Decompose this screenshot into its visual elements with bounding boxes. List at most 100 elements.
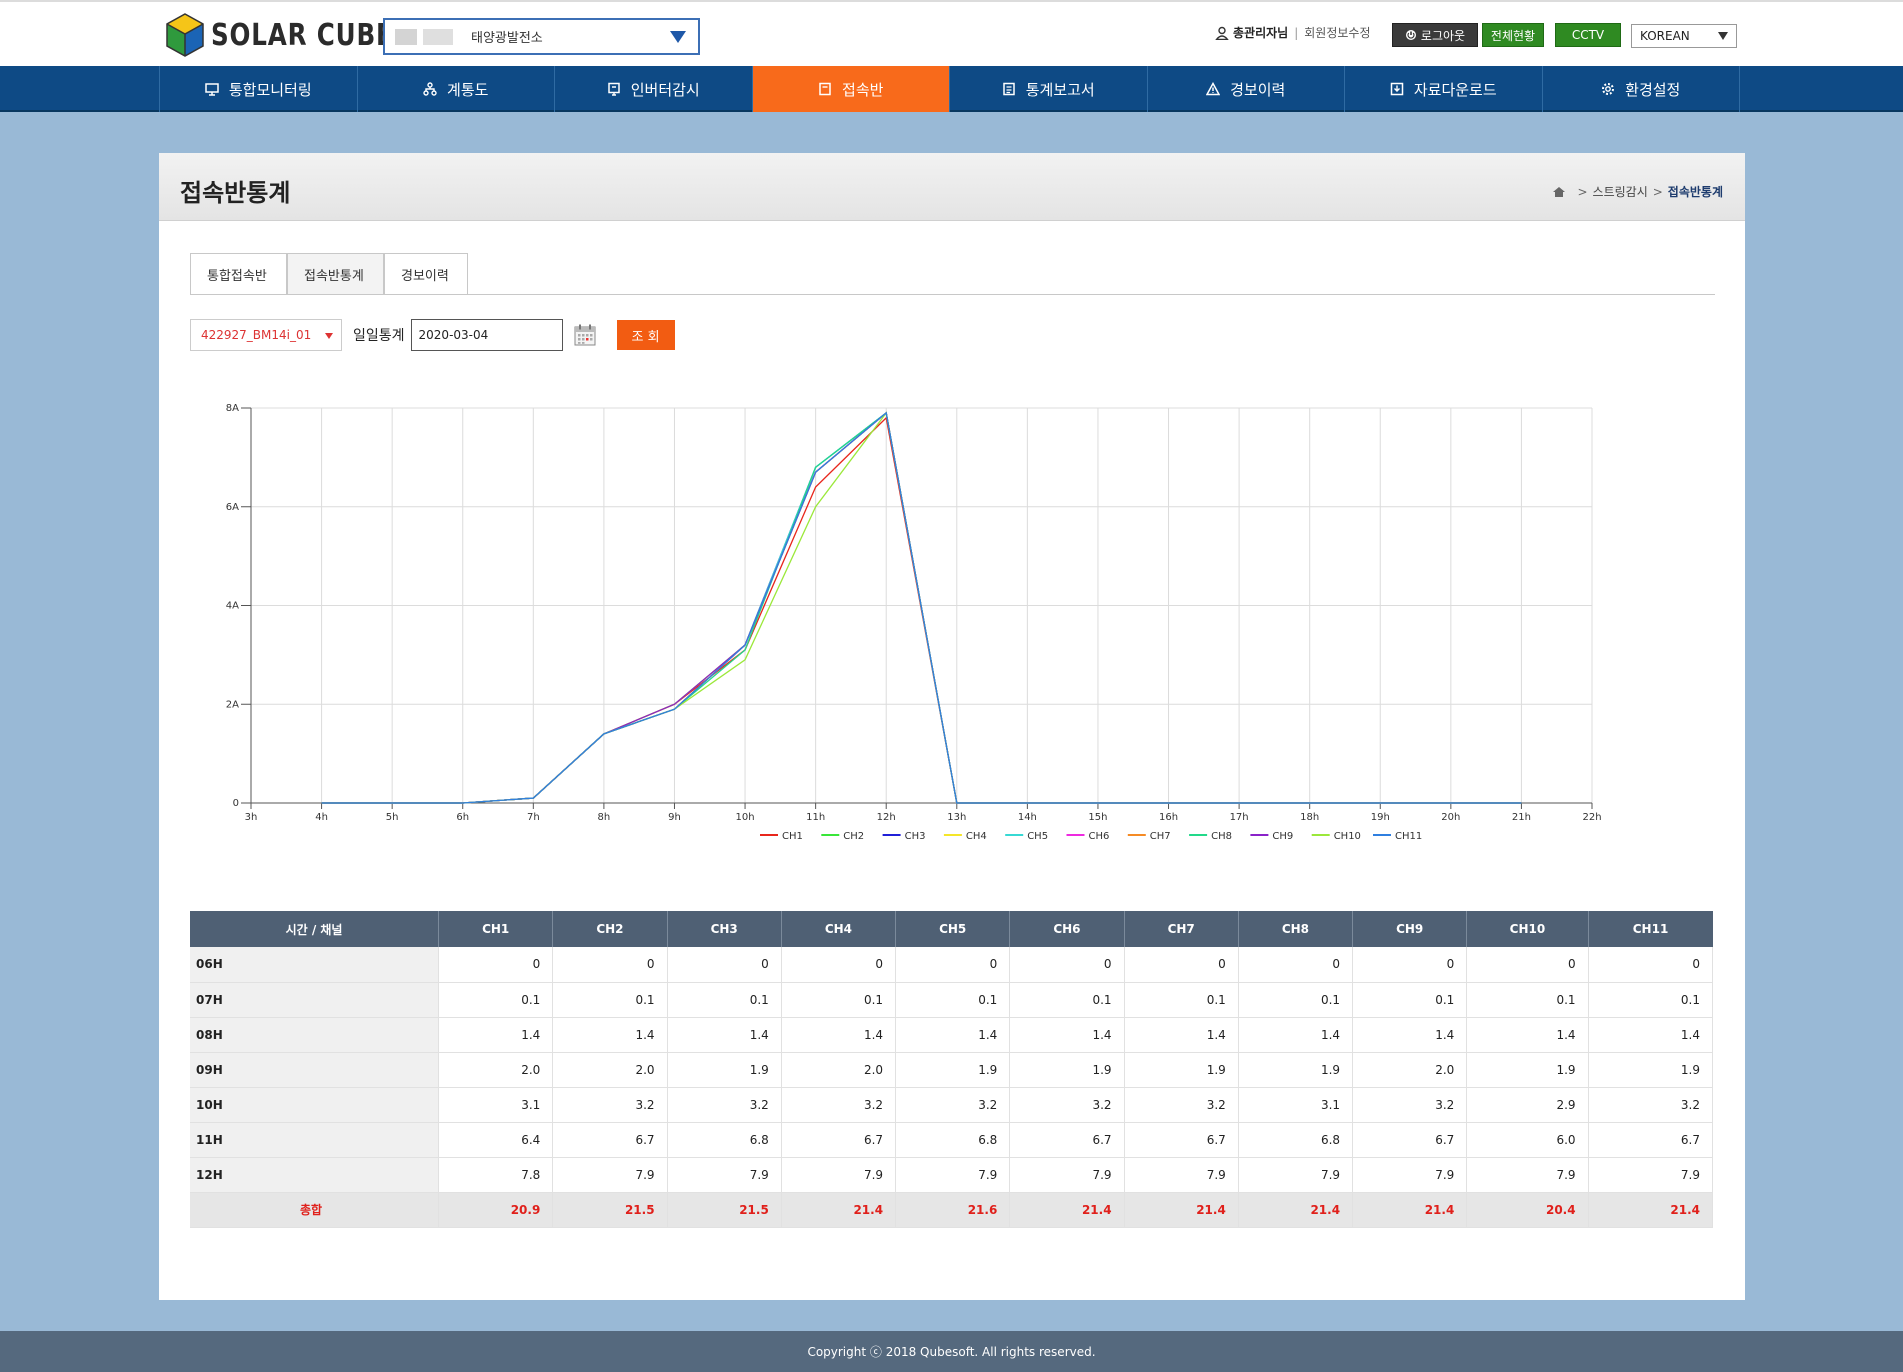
- logout-button[interactable]: 로그아웃: [1392, 23, 1478, 47]
- nav-item-5[interactable]: 통계보고서: [950, 66, 1148, 112]
- inverter-icon: [607, 82, 620, 96]
- total-cell: 21.4: [1588, 1192, 1714, 1228]
- x-tick-label: 15h: [1088, 812, 1107, 823]
- x-tick-label: 12h: [877, 812, 896, 823]
- total-cell: 21.4: [781, 1192, 897, 1228]
- table-cell: 0.1: [667, 982, 782, 1018]
- daily-stat-label: 일일통계: [353, 328, 405, 344]
- tab-junction-statistics[interactable]: 접속반통계: [287, 253, 384, 295]
- statistics-table: 시간 / 채널 CH1 CH2 CH3 CH4 CH5 CH6 CH7 CH8 CH9 CH10 CH…: [190, 911, 1714, 1228]
- nav-item-2[interactable]: 계통도: [358, 66, 555, 112]
- x-tick-label: 19h: [1371, 812, 1390, 823]
- nav-label: 접속반: [842, 80, 884, 99]
- table-cell: 2.0: [552, 1052, 668, 1088]
- language-select[interactable]: KOREAN: [1631, 24, 1737, 48]
- nav-item-6[interactable]: 경보이력: [1148, 66, 1345, 112]
- device-select[interactable]: 422927_BM14i_01: [190, 319, 342, 351]
- nav-item-7[interactable]: 자료다운로드: [1345, 66, 1543, 112]
- content-panel: 접속반통계 > 스트링감시 > 접속반통계 통합접속반 접속반통계 경보이력 4…: [159, 153, 1745, 1300]
- user-name: 총관리자님: [1233, 26, 1289, 40]
- legend-label: CH4: [966, 831, 987, 842]
- table-cell: 0: [1352, 947, 1468, 983]
- table-cell: 3.1: [1238, 1087, 1354, 1123]
- table-cell: 2.0: [1352, 1052, 1468, 1088]
- legend-label: CH11: [1395, 831, 1422, 842]
- calendar-icon[interactable]: [573, 323, 597, 347]
- footer: Copyright ⓒ 2018 Qubesoft. All rights re…: [0, 1331, 1903, 1372]
- nav-label: 계통도: [447, 80, 489, 99]
- user-icon: [1215, 26, 1229, 40]
- total-cell: 21.4: [1352, 1192, 1468, 1228]
- table-cell: 1.9: [1238, 1052, 1354, 1088]
- table-cell: 1.4: [1466, 1017, 1589, 1053]
- table-cell: 6.8: [895, 1122, 1011, 1158]
- column-header: 시간 / 채널: [190, 911, 440, 947]
- cube-logo-icon: [166, 13, 204, 57]
- row-label: 12H: [190, 1157, 440, 1193]
- logout-label: 로그아웃: [1420, 28, 1466, 43]
- line-chart: 0 2A 4A 6A 8A 3h 4h 5h 6h 7h 8h 9h 10h 11h 12h 13h 14h 15…: [190, 383, 1715, 853]
- row-label: 10H: [190, 1087, 440, 1123]
- breadcrumb-item[interactable]: 스트링감시: [1593, 183, 1648, 200]
- nav-label: 경보이력: [1230, 80, 1286, 99]
- table-cell: 0.1: [1352, 982, 1468, 1018]
- table-cell: 7.9: [1124, 1157, 1239, 1193]
- table-cell: 2.0: [781, 1052, 897, 1088]
- overview-button[interactable]: 전체현황: [1482, 23, 1544, 47]
- legend-label: CH2: [843, 831, 864, 842]
- table-cell: 3.2: [781, 1087, 897, 1123]
- legend-label: CH9: [1272, 831, 1293, 842]
- x-tick-label: 7h: [527, 812, 540, 823]
- total-cell: 20.9: [438, 1192, 554, 1228]
- date-input[interactable]: [410, 319, 563, 351]
- search-button[interactable]: 조 회: [616, 320, 675, 350]
- x-tick-label: 18h: [1300, 812, 1319, 823]
- table-row: 11H 6.4 6.7 6.8 6.7 6.8 6.7 6.7 6.8 6.7 6.0 6.7: [190, 1122, 1714, 1158]
- table-cell: 1.9: [1009, 1052, 1125, 1088]
- table-cell: 7.9: [552, 1157, 668, 1193]
- x-tick-label: 14h: [1018, 812, 1037, 823]
- table-row: 10H 3.1 3.2 3.2 3.2 3.2 3.2 3.2 3.1 3.2 2.9 3.2: [190, 1087, 1714, 1123]
- table-row: 09H 2.0 2.0 1.9 2.0 1.9 1.9 1.9 1.9 2.0 1.9 1.9: [190, 1052, 1714, 1088]
- tab-integrated-junction[interactable]: 통합접속반: [190, 253, 287, 295]
- edit-profile-link[interactable]: 회원정보수정: [1304, 24, 1370, 41]
- table-cell: 0: [667, 947, 782, 983]
- table-cell: 6.7: [552, 1122, 668, 1158]
- total-cell: 21.6: [895, 1192, 1011, 1228]
- total-row: 총합 20.9 21.5 21.5 21.4 21.6 21.4 21.4 21.4 21.4 20…: [190, 1192, 1714, 1228]
- home-icon[interactable]: [1552, 186, 1566, 198]
- column-header: CH9: [1352, 911, 1468, 947]
- legend-label: CH7: [1150, 831, 1171, 842]
- nav-item-4[interactable]: 접속반: [752, 66, 950, 112]
- legend-label: CH3: [905, 831, 926, 842]
- table-cell: 6.7: [1009, 1122, 1125, 1158]
- table-cell: 0: [552, 947, 668, 983]
- table-cell: 1.9: [895, 1052, 1011, 1088]
- table-cell: 7.9: [895, 1157, 1011, 1193]
- y-tick-label: 2A: [226, 699, 239, 710]
- tab-alarm-history[interactable]: 경보이력: [384, 253, 468, 295]
- total-cell: 21.4: [1238, 1192, 1354, 1228]
- nav-item-1[interactable]: 통합모니터링: [160, 66, 358, 112]
- x-tick-label: 10h: [736, 812, 755, 823]
- divider: |: [1294, 25, 1299, 40]
- plant-select[interactable]: 태양광발전소: [383, 18, 700, 55]
- report-icon: [1002, 82, 1015, 96]
- table-row: 07H 0.1 0.1 0.1 0.1 0.1 0.1 0.1 0.1 0.1 0.1 0.1: [190, 982, 1714, 1018]
- x-tick-label: 13h: [947, 812, 966, 823]
- table-cell: 3.2: [667, 1087, 782, 1123]
- column-header: CH3: [667, 911, 782, 947]
- nav-item-8[interactable]: 환경설정: [1543, 66, 1740, 112]
- table-cell: 0.1: [781, 982, 897, 1018]
- table-cell: 3.2: [895, 1087, 1011, 1123]
- x-tick-label: 22h: [1582, 812, 1601, 823]
- table-cell: 0: [781, 947, 897, 983]
- table-cell: 1.4: [438, 1017, 554, 1053]
- nav-item-3[interactable]: 인버터감시: [555, 66, 753, 112]
- x-tick-label: 11h: [806, 812, 825, 823]
- y-tick-label: 6A: [226, 502, 239, 513]
- table-cell: 1.4: [781, 1017, 897, 1053]
- x-tick-label: 16h: [1159, 812, 1178, 823]
- row-label: 07H: [190, 982, 440, 1018]
- cctv-button[interactable]: CCTV: [1555, 23, 1621, 47]
